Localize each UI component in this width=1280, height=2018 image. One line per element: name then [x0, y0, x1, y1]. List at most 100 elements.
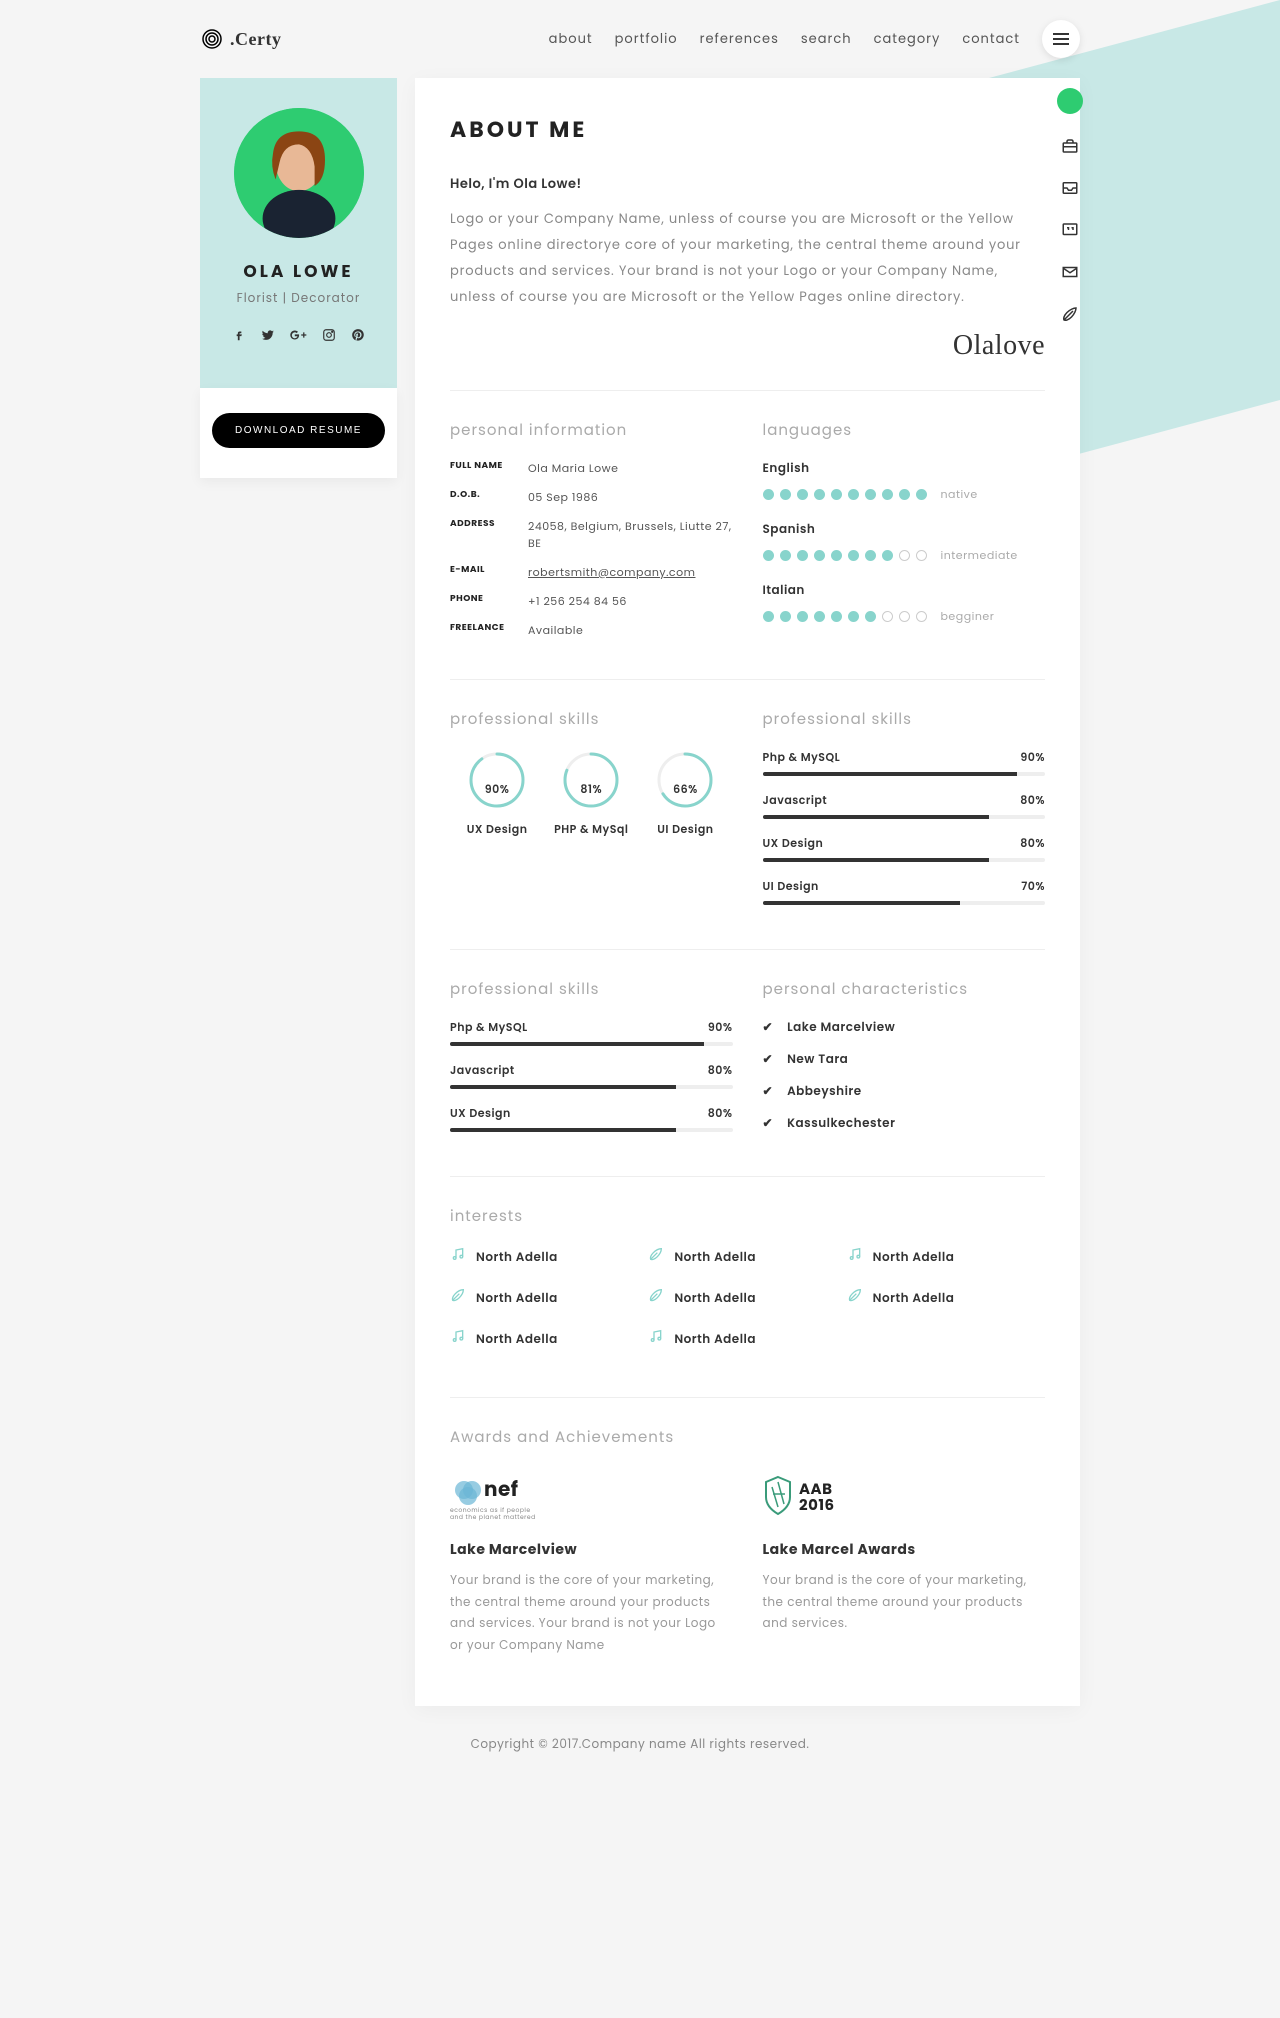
divider [450, 1176, 1045, 1177]
hamburger-icon [1053, 33, 1069, 45]
circle-skill: 66%UI Design [638, 749, 732, 838]
nav-search[interactable]: search [801, 29, 852, 49]
bar-skill: Javascript80% [450, 1062, 733, 1089]
interest-item: North Adella [648, 1287, 846, 1310]
award-1-title: Lake Marcelview [450, 1539, 733, 1560]
label-phone: PHONE [450, 593, 528, 610]
award-1: nefeconomics as if peopleand the planet … [450, 1467, 733, 1656]
menu-button[interactable] [1042, 20, 1080, 58]
characteristic-item: ✔Lake Marcelview [763, 1019, 1046, 1037]
main-content: ABOUT ME Helo, I'm Ola Lowe! Logo or you… [415, 78, 1080, 1706]
inbox-icon[interactable] [1060, 178, 1080, 198]
nav: about portfolio references search catego… [549, 20, 1080, 58]
mail-icon[interactable] [1060, 262, 1080, 282]
nav-about[interactable]: about [549, 29, 593, 49]
music-icon [450, 1246, 466, 1269]
check-icon: ✔ [763, 1019, 774, 1037]
header: .Certy about portfolio references search… [200, 0, 1080, 78]
nav-references[interactable]: references [700, 29, 779, 49]
leaf-icon [648, 1246, 664, 1269]
nav-contact[interactable]: contact [962, 29, 1020, 49]
music-icon [847, 1246, 863, 1269]
googleplus-icon[interactable] [289, 328, 307, 348]
check-icon: ✔ [763, 1115, 774, 1133]
intro-hello: Helo, I'm Ola Lowe! [450, 174, 1045, 194]
leaf-icon [847, 1287, 863, 1310]
pinterest-icon[interactable] [351, 328, 365, 348]
val-fullname: Ola Maria Lowe [528, 460, 618, 477]
interest-item: North Adella [847, 1246, 1045, 1269]
award-2-title: Lake Marcel Awards [763, 1539, 1046, 1560]
instagram-icon[interactable] [322, 328, 336, 348]
interest-item: North Adella [450, 1328, 648, 1351]
leaf-icon [450, 1287, 466, 1310]
quote-icon[interactable] [1060, 220, 1080, 240]
music-icon [450, 1328, 466, 1351]
download-resume-button[interactable]: DOWNLOAD RESUME [212, 413, 385, 448]
profile-card: OLA LOWE Florist | Decorator [200, 78, 397, 388]
award-2: AAB2016 Lake Marcel Awards Your brand is… [763, 1467, 1046, 1656]
nav-category[interactable]: category [874, 29, 941, 49]
sidebar: OLA LOWE Florist | Decorator DOWNLOAD RE… [200, 78, 397, 1706]
val-phone: +1 256 254 84 56 [528, 593, 627, 610]
language-item: Italianbegginer [763, 582, 1046, 625]
divider [450, 1397, 1045, 1398]
divider [450, 390, 1045, 391]
val-email[interactable]: robertsmith@company.com [528, 564, 695, 580]
label-dob: D.O.B. [450, 489, 528, 506]
characteristic-item: ✔Kassulkechester [763, 1115, 1046, 1133]
side-nav [1057, 88, 1083, 324]
label-fullname: FULL NAME [450, 460, 528, 477]
side-avatar[interactable] [1057, 88, 1083, 114]
profile-role: Florist | Decorator [215, 290, 382, 308]
nav-portfolio[interactable]: portfolio [615, 29, 678, 49]
logo[interactable]: .Certy [200, 27, 281, 51]
briefcase-icon[interactable] [1060, 136, 1080, 156]
bar-skills-2: Php & MySQL90% Javascript80% UX Design80% [450, 1019, 733, 1132]
characteristic-item: ✔New Tara [763, 1051, 1046, 1069]
characteristic-item: ✔Abbeyshire [763, 1083, 1046, 1101]
signature: Olalove [450, 330, 1045, 362]
language-item: Spanishintermediate [763, 521, 1046, 564]
divider [450, 949, 1045, 950]
check-icon: ✔ [763, 1051, 774, 1069]
interest-item: North Adella [648, 1246, 846, 1269]
section-pro-skills-circles: professional skills [450, 708, 733, 731]
award-logo-nef: nefeconomics as if peopleand the planet … [450, 1467, 733, 1527]
profile-name: OLA LOWE [215, 258, 382, 284]
label-address: ADDRESS [450, 518, 528, 552]
section-awards: Awards and Achievements [450, 1426, 1045, 1449]
page-title: ABOUT ME [450, 113, 1045, 146]
section-interests: interests [450, 1205, 1045, 1228]
bar-skill: Php & MySQL90% [450, 1019, 733, 1046]
section-pro-skills-bars1: professional skills [763, 708, 1046, 731]
section-pro-skills-bars2: professional skills [450, 978, 733, 1001]
bar-skill: Javascript80% [763, 792, 1046, 819]
label-freelance: FREELANCE [450, 622, 528, 639]
footer: Copyright © 2017.Company name All rights… [200, 1706, 1080, 1784]
brand-text: .Certy [230, 29, 281, 50]
music-icon [648, 1328, 664, 1351]
svg-text:2016: 2016 [799, 1495, 835, 1516]
feather-icon[interactable] [1060, 304, 1080, 324]
section-languages: languages [763, 419, 1046, 442]
circle-skill: 81%PHP & MySql [544, 749, 638, 838]
language-item: Englishnative [763, 460, 1046, 503]
bar-skill: UI Design70% [763, 878, 1046, 905]
interest-item: North Adella [450, 1246, 648, 1269]
leaf-icon [648, 1287, 664, 1310]
svg-text:and the planet mattered: and the planet mattered [450, 1514, 536, 1522]
section-characteristics: personal characteristics [763, 978, 1046, 1001]
twitter-icon[interactable] [261, 328, 275, 348]
bar-skill: UX Design80% [763, 835, 1046, 862]
award-logo-aab: AAB2016 [763, 1467, 1046, 1527]
characteristics-list: ✔Lake Marcelview ✔New Tara ✔Abbeyshire ✔Kas… [763, 1019, 1046, 1133]
bar-skill: UX Design80% [450, 1105, 733, 1132]
facebook-icon[interactable] [232, 328, 246, 348]
download-wrap: DOWNLOAD RESUME [200, 388, 397, 478]
val-address: 24058, Belgium, Brussels, Liutte 27, BE [528, 518, 733, 552]
interest-item: North Adella [450, 1287, 648, 1310]
label-email: E-MAIL [450, 564, 528, 581]
circle-skills: 90%UX Design81%PHP & MySql66%UI Design [450, 749, 733, 838]
check-icon: ✔ [763, 1083, 774, 1101]
